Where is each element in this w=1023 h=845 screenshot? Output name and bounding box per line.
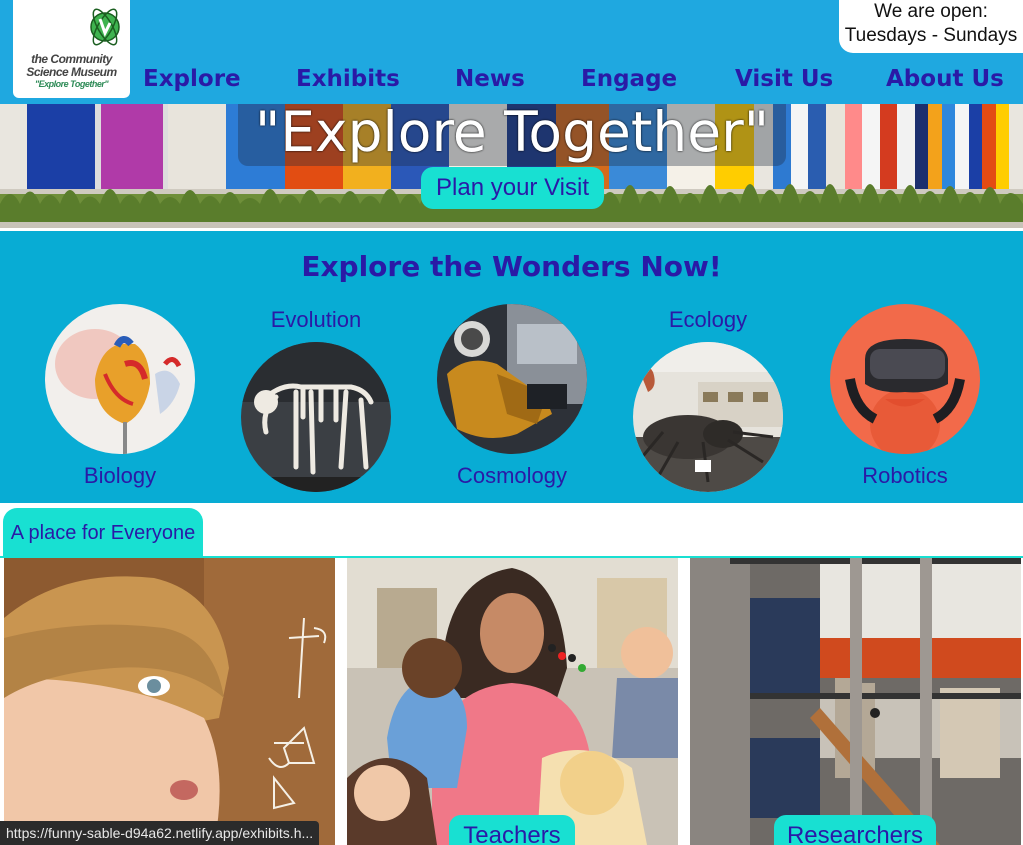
link-status-bar: https://funny-sable-d94a62.netlify.app/e… bbox=[0, 821, 320, 845]
teachers-label[interactable]: Teachers bbox=[449, 815, 575, 845]
opening-hours-box: We are open: Tuesdays - Sundays bbox=[839, 0, 1023, 53]
topic-cosmology-image[interactable] bbox=[437, 304, 587, 454]
hours-line1: We are open: bbox=[874, 1, 988, 22]
explore-section: Explore the Wonders Now! Biology Evoluti… bbox=[0, 231, 1023, 503]
nav-item-visit-us[interactable]: Visit Us bbox=[735, 66, 833, 92]
main-nav: Explore Exhibits News Engage Visit Us Ab… bbox=[0, 66, 1023, 100]
hero-banner: "Explore Together" Plan your Visit bbox=[0, 104, 1023, 228]
visitor-photo-child[interactable] bbox=[4, 558, 335, 845]
topic-robotics-image[interactable] bbox=[830, 304, 980, 454]
topic-biology-image[interactable] bbox=[45, 304, 195, 454]
hours-line2: Tuesdays - Sundays bbox=[844, 25, 1018, 46]
explore-section-title: Explore the Wonders Now! bbox=[301, 250, 722, 283]
page: the Community Science Museum "Explore To… bbox=[0, 0, 1023, 845]
researchers-label[interactable]: Researchers bbox=[774, 815, 936, 845]
topic-ecology-image[interactable] bbox=[633, 342, 783, 492]
visitor-photo-teachers[interactable]: Teachers bbox=[347, 558, 678, 845]
hero-title: "Explore Together" bbox=[238, 104, 786, 166]
site-header: the Community Science Museum "Explore To… bbox=[0, 0, 1023, 104]
topic-cosmology-label[interactable]: Cosmology bbox=[437, 463, 587, 489]
visitor-photo-researchers[interactable]: Researchers bbox=[690, 558, 1021, 845]
plan-visit-button[interactable]: Plan your Visit bbox=[421, 167, 604, 209]
nav-item-engage[interactable]: Engage bbox=[581, 66, 677, 92]
topic-ecology-label[interactable]: Ecology bbox=[633, 307, 783, 333]
nav-item-exhibits[interactable]: Exhibits bbox=[296, 66, 400, 92]
nav-item-about-us[interactable]: About Us bbox=[886, 66, 1004, 92]
logo-text-line1: the Community bbox=[31, 52, 112, 66]
everyone-tab[interactable]: A place for Everyone bbox=[3, 508, 203, 558]
atom-logo-icon bbox=[90, 8, 120, 46]
topic-evolution-label[interactable]: Evolution bbox=[241, 307, 391, 333]
nav-item-explore[interactable]: Explore bbox=[143, 66, 241, 92]
topic-biology-label[interactable]: Biology bbox=[45, 463, 195, 489]
topic-robotics-label[interactable]: Robotics bbox=[830, 463, 980, 489]
topic-evolution-image[interactable] bbox=[241, 342, 391, 492]
nav-item-news[interactable]: News bbox=[455, 66, 525, 92]
